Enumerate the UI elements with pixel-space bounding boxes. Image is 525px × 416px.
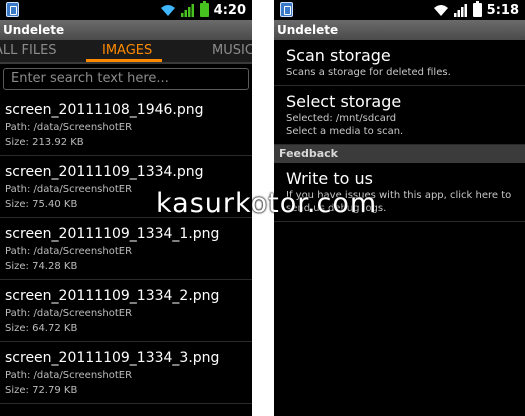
status-clock: 5:18 bbox=[486, 2, 519, 18]
wifi-icon bbox=[433, 4, 448, 16]
setting-summary: Scans a storage for deleted files. bbox=[286, 67, 451, 78]
tab-bar: ALL FILES IMAGES MUSIC bbox=[0, 40, 252, 64]
wifi-icon bbox=[160, 4, 175, 16]
feedback-category-header: Feedback bbox=[274, 145, 525, 163]
scan-storage-setting[interactable]: Scan storage Scans a storage for deleted… bbox=[274, 40, 525, 86]
file-size: Size: 72.79 KB bbox=[5, 385, 78, 396]
tab-music[interactable]: MUSIC bbox=[212, 40, 252, 62]
file-size: Size: 64.72 KB bbox=[5, 323, 78, 334]
setting-title: Select storage bbox=[286, 92, 402, 111]
file-path: Path: /data/ScreenshotER bbox=[5, 246, 133, 257]
watermark-text: kasurkotor.com bbox=[156, 188, 378, 219]
signal-icon bbox=[180, 3, 194, 17]
select-storage-setting[interactable]: Select storage Selected: /mnt/sdcard Sel… bbox=[274, 86, 525, 145]
app-title-bar: Undelete bbox=[274, 20, 525, 40]
selected-storage-value: Selected: /mnt/sdcard bbox=[286, 113, 397, 124]
battery-icon bbox=[199, 1, 209, 17]
file-name: screen_20111109_1334_2.png bbox=[5, 288, 220, 304]
status-bar: 4:20 bbox=[0, 0, 252, 20]
file-path: Path: /data/ScreenshotER bbox=[5, 370, 133, 381]
file-size: Size: 213.92 KB bbox=[5, 137, 84, 148]
list-item[interactable]: screen_20111109_1334_1.png Path: /data/S… bbox=[0, 218, 252, 280]
app-notification-icon bbox=[6, 2, 19, 17]
search-input[interactable]: Enter search text here... bbox=[3, 68, 249, 90]
status-clock: 4:20 bbox=[213, 2, 246, 18]
file-name: screen_20111109_1334_1.png bbox=[5, 226, 220, 242]
app-title-bar: Undelete bbox=[0, 20, 252, 40]
setting-title: Write to us bbox=[286, 169, 373, 188]
active-tab-indicator bbox=[86, 59, 162, 62]
battery-icon bbox=[472, 1, 482, 17]
status-bar: 5:18 bbox=[274, 0, 525, 20]
signal-icon bbox=[453, 3, 467, 17]
list-item[interactable]: screen_20111108_1946.png Path: /data/Scr… bbox=[0, 94, 252, 156]
file-path: Path: /data/ScreenshotER bbox=[5, 308, 133, 319]
file-size: Size: 74.28 KB bbox=[5, 261, 78, 272]
file-name: screen_20111109_1334.png bbox=[5, 164, 204, 180]
setting-title: Scan storage bbox=[286, 46, 391, 65]
list-item[interactable]: screen_20111109_1334_3.png Path: /data/S… bbox=[0, 342, 252, 404]
tab-all-files[interactable]: ALL FILES bbox=[0, 40, 57, 62]
app-notification-icon bbox=[280, 2, 293, 17]
file-path: Path: /data/ScreenshotER bbox=[5, 122, 133, 133]
file-name: screen_20111109_1334_3.png bbox=[5, 350, 220, 366]
setting-summary: Select a media to scan. bbox=[286, 126, 404, 137]
list-item[interactable]: screen_20111109_1334_2.png Path: /data/S… bbox=[0, 280, 252, 342]
file-name: screen_20111108_1946.png bbox=[5, 102, 204, 118]
